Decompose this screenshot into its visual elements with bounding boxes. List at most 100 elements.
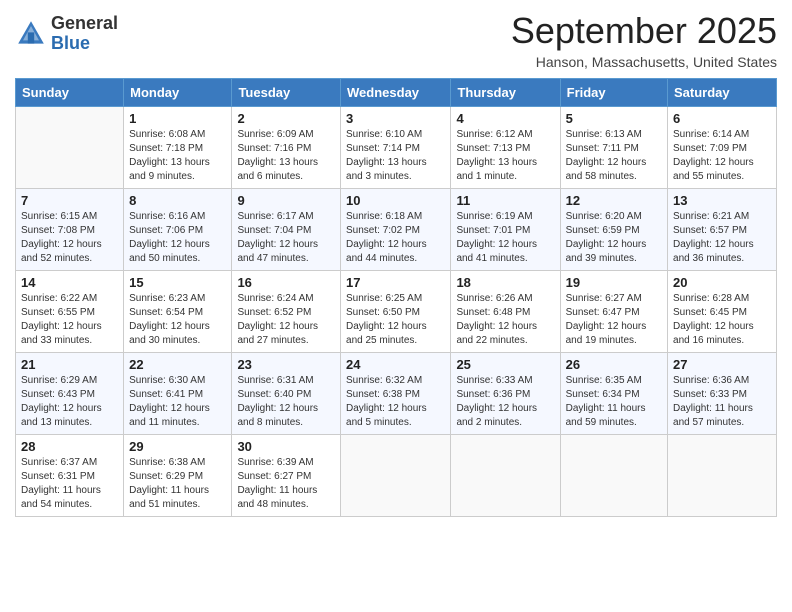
table-row xyxy=(560,435,667,517)
calendar-week-row: 7Sunrise: 6:15 AM Sunset: 7:08 PM Daylig… xyxy=(16,189,777,271)
table-row: 16 Sunrise: 6:24 AM Sunset: 6:52 PM Dayli… xyxy=(232,271,341,353)
day-number: 28 xyxy=(21,439,118,454)
day-number: 14 xyxy=(21,275,118,290)
header: General Blue September 2025 Hanson, Mass… xyxy=(15,10,777,70)
day-number: 15 xyxy=(129,275,226,290)
table-row: 11 Sunrise: 6:19 AM Sunset: 7:01 PM Dayli… xyxy=(451,189,560,271)
table-row: 19 Sunrise: 6:27 AM Sunset: 6:47 PM Dayli… xyxy=(560,271,667,353)
day-info: Sunrise: 6:12 AM Sunset: 7:13 PM Dayligh… xyxy=(456,128,554,184)
day-number: 11 xyxy=(456,193,554,208)
day-info: Sunrise: 6:22 AM Sunset: 6:55 PM Dayligh… xyxy=(21,292,118,348)
table-row: 21Sunrise: 6:29 AM Sunset: 6:43 PM Dayli… xyxy=(16,353,124,435)
day-info: Sunrise: 6:08 AM Sunset: 7:18 PM Dayligh… xyxy=(129,128,226,184)
day-number: 4 xyxy=(456,111,554,126)
table-row: 5Sunrise: 6:13 AM Sunset: 7:11 PM Daylig… xyxy=(560,107,667,189)
day-info: Sunrise: 6:36 AM Sunset: 6:33 PM Dayligh… xyxy=(673,374,771,430)
table-row: 13 Sunrise: 6:21 AM Sunset: 6:57 PM Dayli… xyxy=(668,189,777,271)
table-row: 14 Sunrise: 6:22 AM Sunset: 6:55 PM Dayli… xyxy=(16,271,124,353)
table-row: 6 Sunrise: 6:14 AM Sunset: 7:09 PM Daylig… xyxy=(668,107,777,189)
day-info: Sunrise: 6:09 AM Sunset: 7:16 PM Dayligh… xyxy=(237,128,335,184)
day-info: Sunrise: 6:14 AM Sunset: 7:09 PM Dayligh… xyxy=(673,128,771,184)
table-row: 8 Sunrise: 6:16 AM Sunset: 7:06 PM Daylig… xyxy=(124,189,232,271)
day-number: 22 xyxy=(129,357,226,372)
day-info: Sunrise: 6:10 AM Sunset: 7:14 PM Dayligh… xyxy=(346,128,445,184)
col-sunday: Sunday xyxy=(16,79,124,107)
day-info: Sunrise: 6:38 AM Sunset: 6:29 PM Dayligh… xyxy=(129,456,226,512)
day-info: Sunrise: 6:17 AM Sunset: 7:04 PM Dayligh… xyxy=(237,210,335,266)
day-number: 25 xyxy=(456,357,554,372)
table-row: 28 Sunrise: 6:37 AM Sunset: 6:31 PM Dayli… xyxy=(16,435,124,517)
col-friday: Friday xyxy=(560,79,667,107)
day-number: 1 xyxy=(129,111,226,126)
table-row: 24Sunrise: 6:32 AM Sunset: 6:38 PM Dayli… xyxy=(341,353,451,435)
day-info: Sunrise: 6:30 AM Sunset: 6:41 PM Dayligh… xyxy=(129,374,226,430)
table-row: 23Sunrise: 6:31 AM Sunset: 6:40 PM Dayli… xyxy=(232,353,341,435)
logo-blue-text: Blue xyxy=(51,34,118,54)
day-info: Sunrise: 6:25 AM Sunset: 6:50 PM Dayligh… xyxy=(346,292,445,348)
day-number: 18 xyxy=(456,275,554,290)
day-number: 3 xyxy=(346,111,445,126)
day-number: 29 xyxy=(129,439,226,454)
table-row: 25 Sunrise: 6:33 AM Sunset: 6:36 PM Dayli… xyxy=(451,353,560,435)
col-thursday: Thursday xyxy=(451,79,560,107)
day-number: 10 xyxy=(346,193,445,208)
table-row: 27 Sunrise: 6:36 AM Sunset: 6:33 PM Dayli… xyxy=(668,353,777,435)
table-row: 3 Sunrise: 6:10 AM Sunset: 7:14 PM Daylig… xyxy=(341,107,451,189)
day-info: Sunrise: 6:27 AM Sunset: 6:47 PM Dayligh… xyxy=(566,292,662,348)
table-row: 22 Sunrise: 6:30 AM Sunset: 6:41 PM Dayli… xyxy=(124,353,232,435)
day-number: 6 xyxy=(673,111,771,126)
day-info: Sunrise: 6:35 AM Sunset: 6:34 PM Dayligh… xyxy=(566,374,662,430)
day-number: 5 xyxy=(566,111,662,126)
day-info: Sunrise: 6:33 AM Sunset: 6:36 PM Dayligh… xyxy=(456,374,554,430)
day-number: 13 xyxy=(673,193,771,208)
table-row: 29 Sunrise: 6:38 AM Sunset: 6:29 PM Dayli… xyxy=(124,435,232,517)
day-number: 16 xyxy=(237,275,335,290)
table-row: 15 Sunrise: 6:23 AM Sunset: 6:54 PM Dayli… xyxy=(124,271,232,353)
location: Hanson, Massachusetts, United States xyxy=(511,54,777,70)
table-row: 20Sunrise: 6:28 AM Sunset: 6:45 PM Dayli… xyxy=(668,271,777,353)
day-info: Sunrise: 6:37 AM Sunset: 6:31 PM Dayligh… xyxy=(21,456,118,512)
table-row: 17 Sunrise: 6:25 AM Sunset: 6:50 PM Dayli… xyxy=(341,271,451,353)
day-info: Sunrise: 6:19 AM Sunset: 7:01 PM Dayligh… xyxy=(456,210,554,266)
day-number: 17 xyxy=(346,275,445,290)
col-saturday: Saturday xyxy=(668,79,777,107)
day-number: 27 xyxy=(673,357,771,372)
calendar-week-row: 14 Sunrise: 6:22 AM Sunset: 6:55 PM Dayli… xyxy=(16,271,777,353)
logo-text: General Blue xyxy=(51,14,118,54)
table-row: 4 Sunrise: 6:12 AM Sunset: 7:13 PM Daylig… xyxy=(451,107,560,189)
month-title: September 2025 xyxy=(511,10,777,52)
day-number: 8 xyxy=(129,193,226,208)
calendar-week-row: 21Sunrise: 6:29 AM Sunset: 6:43 PM Dayli… xyxy=(16,353,777,435)
table-row xyxy=(451,435,560,517)
table-row: 7Sunrise: 6:15 AM Sunset: 7:08 PM Daylig… xyxy=(16,189,124,271)
table-row: 12Sunrise: 6:20 AM Sunset: 6:59 PM Dayli… xyxy=(560,189,667,271)
table-row: 18Sunrise: 6:26 AM Sunset: 6:48 PM Dayli… xyxy=(451,271,560,353)
col-tuesday: Tuesday xyxy=(232,79,341,107)
day-info: Sunrise: 6:21 AM Sunset: 6:57 PM Dayligh… xyxy=(673,210,771,266)
day-number: 24 xyxy=(346,357,445,372)
day-number: 19 xyxy=(566,275,662,290)
logo-icon xyxy=(15,18,47,50)
day-number: 23 xyxy=(237,357,335,372)
table-row: 30Sunrise: 6:39 AM Sunset: 6:27 PM Dayli… xyxy=(232,435,341,517)
day-number: 26 xyxy=(566,357,662,372)
header-row: Sunday Monday Tuesday Wednesday Thursday… xyxy=(16,79,777,107)
col-wednesday: Wednesday xyxy=(341,79,451,107)
table-row xyxy=(16,107,124,189)
table-row: 9 Sunrise: 6:17 AM Sunset: 7:04 PM Daylig… xyxy=(232,189,341,271)
day-info: Sunrise: 6:23 AM Sunset: 6:54 PM Dayligh… xyxy=(129,292,226,348)
day-info: Sunrise: 6:16 AM Sunset: 7:06 PM Dayligh… xyxy=(129,210,226,266)
table-row xyxy=(668,435,777,517)
page: General Blue September 2025 Hanson, Mass… xyxy=(0,0,792,612)
day-number: 12 xyxy=(566,193,662,208)
col-monday: Monday xyxy=(124,79,232,107)
day-number: 9 xyxy=(237,193,335,208)
day-number: 30 xyxy=(237,439,335,454)
table-row: 26 Sunrise: 6:35 AM Sunset: 6:34 PM Dayli… xyxy=(560,353,667,435)
day-info: Sunrise: 6:15 AM Sunset: 7:08 PM Dayligh… xyxy=(21,210,118,266)
day-number: 2 xyxy=(237,111,335,126)
table-row: 2 Sunrise: 6:09 AM Sunset: 7:16 PM Daylig… xyxy=(232,107,341,189)
day-number: 20 xyxy=(673,275,771,290)
day-info: Sunrise: 6:24 AM Sunset: 6:52 PM Dayligh… xyxy=(237,292,335,348)
day-info: Sunrise: 6:18 AM Sunset: 7:02 PM Dayligh… xyxy=(346,210,445,266)
